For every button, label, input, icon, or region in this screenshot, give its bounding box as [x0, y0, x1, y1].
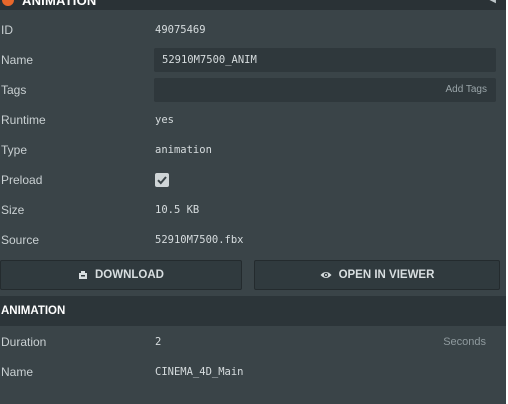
field-source: Source 52910M7500.fbx — [0, 225, 506, 255]
id-label: ID — [1, 23, 13, 37]
size-value: 10.5 KB — [155, 204, 200, 216]
tags-label: Tags — [1, 83, 27, 97]
tags-input[interactable]: Add Tags — [154, 78, 496, 102]
open-in-viewer-label: OPEN IN VIEWER — [338, 269, 435, 281]
type-value: animation — [155, 144, 212, 156]
duration-label: Duration — [1, 335, 47, 349]
download-button[interactable]: DOWNLOAD — [0, 260, 242, 290]
animation-section-header[interactable]: ANIMATION — [0, 296, 506, 326]
field-size: Size 10.5 KB — [0, 195, 506, 225]
animation-section-title: ANIMATION — [1, 305, 66, 317]
field-anim-name: Name CINEMA_4D_Main — [0, 357, 506, 387]
asset-type-dot — [2, 0, 14, 6]
add-tags-placeholder: Add Tags — [445, 84, 487, 95]
runtime-label: Runtime — [1, 113, 46, 127]
field-type: Type animation — [0, 135, 506, 165]
field-runtime: Runtime yes — [0, 105, 506, 135]
id-value: 49075469 — [155, 24, 206, 36]
runtime-value: yes — [155, 114, 174, 126]
open-in-viewer-button[interactable]: OPEN IN VIEWER — [254, 260, 500, 290]
source-label: Source — [1, 233, 40, 247]
field-name: Name 52910M7500_ANIM — [0, 45, 506, 75]
duration-value: 2 — [155, 336, 162, 348]
panel-header[interactable]: ANIMATION ◀ — [0, 0, 506, 10]
name-input-value: 52910M7500_ANIM — [162, 54, 257, 66]
field-id: ID 49075469 — [0, 15, 506, 45]
size-label: Size — [1, 203, 25, 217]
field-preload: Preload — [0, 165, 506, 195]
check-icon — [157, 176, 167, 185]
field-duration: Duration 2 Seconds — [0, 327, 506, 357]
eye-icon — [320, 272, 332, 278]
preload-label: Preload — [1, 173, 43, 187]
duration-unit: Seconds — [443, 336, 486, 348]
name-input[interactable]: 52910M7500_ANIM — [154, 48, 496, 72]
type-label: Type — [1, 143, 28, 157]
anim-name-label: Name — [1, 365, 34, 379]
field-tags: Tags Add Tags — [0, 75, 506, 105]
download-label: DOWNLOAD — [95, 269, 164, 281]
chevron-left-icon[interactable]: ◀ — [488, 0, 496, 5]
anim-name-value: CINEMA_4D_Main — [155, 366, 244, 378]
source-value: 52910M7500.fbx — [155, 234, 244, 246]
panel-title: ANIMATION — [22, 0, 97, 8]
name-label: Name — [1, 53, 34, 67]
download-icon — [79, 271, 87, 279]
preload-checkbox[interactable] — [155, 173, 169, 187]
